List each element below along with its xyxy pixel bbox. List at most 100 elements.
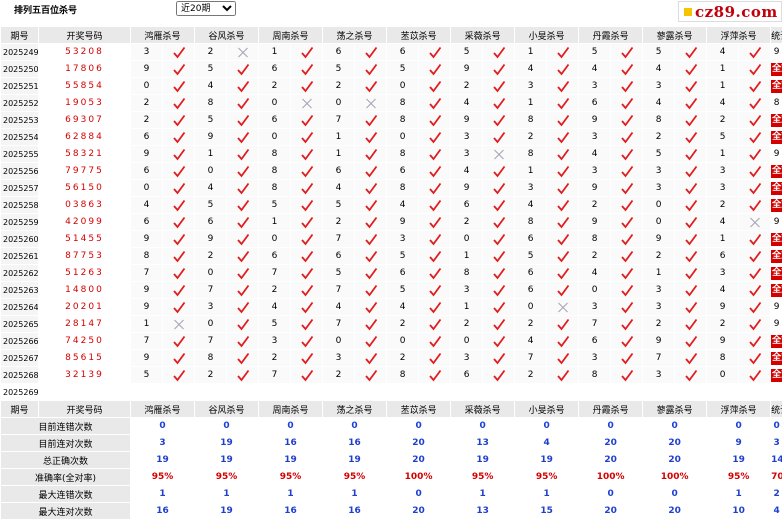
stat-value: 20 <box>643 503 707 520</box>
check-icon <box>620 97 634 110</box>
check-icon <box>556 369 570 382</box>
check-icon <box>364 284 378 297</box>
kill-digit: 9 <box>131 231 163 248</box>
stat-value: 20 <box>579 435 643 452</box>
kill-result <box>291 129 323 146</box>
all-right-badge: 全对 <box>771 250 782 263</box>
check-icon <box>620 46 634 59</box>
draw-number: 28147 <box>39 316 131 333</box>
kill-digit: 8 <box>451 265 483 282</box>
check-icon <box>492 284 506 297</box>
kill-result <box>355 78 387 95</box>
stat-value: 20 <box>387 503 451 520</box>
check-icon <box>620 80 634 93</box>
row-stat: 全对 <box>771 163 782 180</box>
kill-digit: 2 <box>195 367 227 384</box>
check-icon <box>556 165 570 178</box>
stat-label: 总正确次数 <box>1 452 131 469</box>
kill-result <box>739 282 771 299</box>
check-icon <box>364 250 378 263</box>
kill-result <box>483 265 515 282</box>
kill-digit: 6 <box>131 129 163 146</box>
table-row: 2025253693072567898982全对 <box>1 112 782 129</box>
check-icon <box>428 131 442 144</box>
kill-digit: 2 <box>387 316 419 333</box>
current-spacer <box>227 384 259 401</box>
kill-result <box>611 333 643 350</box>
check-icon <box>300 233 314 246</box>
kill-digit: 4 <box>707 214 739 231</box>
column-header: 浮萍杀号 <box>707 27 771 44</box>
kill-result <box>291 44 323 61</box>
kill-result <box>547 180 579 197</box>
kill-digit: 1 <box>195 146 227 163</box>
kill-result <box>419 44 451 61</box>
kill-digit: 5 <box>515 248 547 265</box>
stat-value: 16 <box>259 435 323 452</box>
check-icon <box>556 97 570 110</box>
kill-digit: 0 <box>387 78 419 95</box>
column-header: 周南杀号 <box>259 27 323 44</box>
kill-digit: 3 <box>131 44 163 61</box>
stat-value: 0 <box>387 418 451 435</box>
check-icon <box>748 369 762 382</box>
kill-result <box>227 248 259 265</box>
kill-result <box>611 231 643 248</box>
kill-digit: 6 <box>515 265 547 282</box>
kill-digit: 4 <box>387 197 419 214</box>
kill-result <box>547 129 579 146</box>
kill-digit: 0 <box>387 129 419 146</box>
check-icon <box>300 267 314 280</box>
kill-digit: 1 <box>323 129 355 146</box>
check-icon <box>556 182 570 195</box>
check-icon <box>172 267 186 280</box>
kill-digit: 5 <box>259 197 291 214</box>
kill-digit: 1 <box>131 316 163 333</box>
kill-result <box>739 44 771 61</box>
check-icon <box>428 267 442 280</box>
kill-result <box>355 95 387 112</box>
kill-digit: 4 <box>515 197 547 214</box>
kill-digit: 2 <box>515 129 547 146</box>
site-logo[interactable]: cz89.com <box>678 1 782 22</box>
row-stat: 9 <box>771 44 782 61</box>
kill-digit: 1 <box>451 299 483 316</box>
kill-digit: 8 <box>515 112 547 129</box>
kill-digit: 5 <box>579 44 611 61</box>
kill-digit: 0 <box>195 265 227 282</box>
check-icon <box>300 250 314 263</box>
kill-digit: 5 <box>387 248 419 265</box>
kill-result <box>611 78 643 95</box>
kill-result <box>163 299 195 316</box>
cross-icon <box>364 97 378 110</box>
check-icon <box>492 114 506 127</box>
kill-result <box>675 333 707 350</box>
issue-number: 2025268 <box>1 367 39 384</box>
stat-value: 20 <box>643 435 707 452</box>
check-icon <box>172 369 186 382</box>
check-icon <box>748 46 762 59</box>
check-icon <box>428 165 442 178</box>
kill-result <box>227 112 259 129</box>
check-icon <box>172 216 186 229</box>
top-bar: 排列五百位杀号 近20期 <box>0 0 782 18</box>
stat-value: 95% <box>131 469 195 486</box>
period-select[interactable]: 近20期 <box>176 1 236 16</box>
check-icon <box>684 97 698 110</box>
row-stat: 9 <box>771 146 782 163</box>
cross-icon <box>172 318 186 331</box>
check-icon <box>172 182 186 195</box>
check-icon <box>684 182 698 195</box>
kill-result <box>419 129 451 146</box>
check-icon <box>556 318 570 331</box>
column-header: 统计 <box>771 401 782 418</box>
table-row: 2025250178069565594441全对 <box>1 61 782 78</box>
kill-digit: 1 <box>515 95 547 112</box>
check-icon <box>492 318 506 331</box>
kill-digit: 8 <box>259 180 291 197</box>
kill-result <box>227 44 259 61</box>
kill-result <box>227 231 259 248</box>
check-icon <box>684 369 698 382</box>
kill-result <box>611 214 643 231</box>
kill-result <box>355 112 387 129</box>
